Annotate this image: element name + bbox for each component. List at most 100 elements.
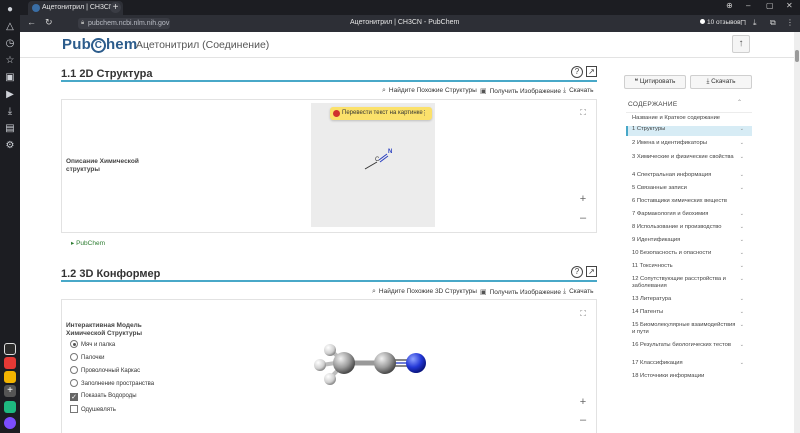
toc-item[interactable]: 7 Фармакология и биохимия ⌄	[626, 211, 752, 219]
toc-item[interactable]: 1 Структуры ⌄	[626, 126, 752, 136]
chevron-down-icon[interactable]: ⌄	[740, 309, 744, 316]
chevron-down-icon[interactable]: ⌄	[740, 360, 744, 367]
download-3d-button[interactable]: ⤓ Скачать	[563, 288, 593, 296]
toc-item[interactable]: 4 Спектральная информация ⌄	[626, 172, 752, 180]
scroll-top-button[interactable]: ↑	[732, 35, 750, 53]
collapse-icon[interactable]: ⌃	[737, 99, 742, 106]
toc-item-label: 2 Имена и идентификаторы	[632, 140, 708, 146]
app-green-icon[interactable]	[4, 401, 16, 413]
option-wireframe[interactable]: Проволочный Каркас	[70, 366, 140, 375]
toc-item[interactable]: 5 Связанные записи ⌄	[626, 185, 752, 193]
collections-icon[interactable]: ▣	[4, 72, 16, 84]
pin-icon[interactable]: ⊕	[726, 1, 733, 10]
get-image-button[interactable]: ▣ Получить Изображение	[480, 87, 561, 95]
download-button[interactable]: ⤓ Скачать	[563, 87, 593, 95]
toc-item[interactable]: 14 Патенты ⌄	[626, 309, 752, 317]
option-space-fill[interactable]: Заполнение пространства	[70, 379, 154, 388]
bookmark-icon[interactable]: ⊓	[740, 18, 746, 27]
app-gmail-icon[interactable]	[4, 371, 16, 383]
app-red-icon[interactable]	[4, 357, 16, 369]
option-sticks[interactable]: Палочки	[70, 353, 105, 362]
toc-item[interactable]: 2 Имена и идентификаторы ⌄	[626, 140, 752, 148]
toc-item[interactable]: 3 Химические и физические свойства ⌄	[626, 154, 752, 170]
conformer-3d-viewer[interactable]	[300, 330, 450, 400]
bookmark-star-icon[interactable]: ☆	[4, 55, 16, 67]
downloads-icon[interactable]: ⤓	[4, 106, 16, 118]
chevron-down-icon[interactable]: ⌄	[740, 185, 744, 192]
media-icon[interactable]: ▶	[4, 89, 16, 101]
chevron-down-icon[interactable]: ⌄	[740, 342, 744, 349]
chevron-down-icon[interactable]: ⌄	[740, 211, 744, 218]
toc-item[interactable]: 18 Источники информации	[626, 373, 752, 381]
more-options-icon[interactable]: ⋮	[421, 107, 428, 120]
get-image-3d-button[interactable]: ▣ Получить Изображение	[480, 288, 561, 296]
fullscreen-3d-icon[interactable]: ⛶	[577, 308, 589, 320]
toc-item[interactable]: 11 Токсичность ⌄	[626, 263, 752, 271]
chevron-down-icon[interactable]: ⌄	[740, 172, 744, 179]
menu-icon[interactable]: ⋮	[786, 18, 794, 27]
back-icon[interactable]: ←	[27, 17, 36, 27]
find-similar-button[interactable]: ⌕ Найдите Похожие Структуры	[382, 87, 477, 95]
browser-tab[interactable]: Ацетонитрил | CH3CN ✕	[28, 1, 123, 15]
sidebar-download-button[interactable]: ⤓ Скачать	[690, 75, 752, 89]
toc-item-label: 13 Литература	[632, 296, 672, 302]
add-app-icon[interactable]: +	[4, 385, 16, 397]
toc-item[interactable]: 9 Идентификация ⌄	[626, 237, 752, 245]
toc-item[interactable]: 12 Сопутствующие расстройства и заболева…	[626, 276, 752, 292]
extensions-icon[interactable]: ⧉	[770, 18, 776, 28]
cite-button[interactable]: ❝ Цитировать	[624, 75, 686, 89]
animate-checkbox[interactable]: Одушевлять	[70, 405, 116, 414]
toc-item[interactable]: Название и Краткое содержание	[626, 115, 752, 123]
pubchem-link[interactable]: ▸ PubChem	[71, 239, 105, 247]
toc-item[interactable]: 8 Использование и производство ⌄	[626, 224, 752, 232]
chevron-down-icon[interactable]: ⌄	[740, 140, 744, 147]
help-icon[interactable]: ?	[571, 66, 583, 78]
chevron-down-icon[interactable]: ⌄	[740, 237, 744, 244]
chevron-down-icon[interactable]: ⌄	[740, 276, 744, 283]
chevron-down-icon[interactable]: ⌄	[740, 224, 744, 231]
show-hydrogens-checkbox[interactable]: ✓ Показать Водороды	[70, 392, 137, 401]
chevron-down-icon[interactable]: ⌄	[740, 126, 744, 133]
option-ball-stick[interactable]: Мяч и палка	[70, 340, 115, 349]
toc-item-label: 12 Сопутствующие расстройства и заболева…	[632, 276, 726, 289]
external-link-icon[interactable]: ↗	[586, 66, 597, 77]
close-window-icon[interactable]: ✕	[786, 1, 793, 10]
url-field[interactable]: 🔒︎ pubchem.ncbi.nlm.nih.gov	[78, 18, 170, 29]
chevron-down-icon[interactable]: ⌄	[740, 296, 744, 303]
chevron-down-icon[interactable]: ⌄	[740, 154, 744, 161]
chevron-down-icon[interactable]: ⌄	[740, 263, 744, 270]
chevron-down-icon[interactable]: ⌄	[740, 250, 744, 257]
history-icon[interactable]: ◷	[4, 38, 16, 50]
new-tab-button[interactable]: +	[110, 2, 121, 13]
maximize-icon[interactable]: ▢	[766, 1, 774, 10]
toc-item[interactable]: 13 Литература ⌄	[626, 296, 752, 304]
pubchem-logo[interactable]: Pub Chem	[62, 36, 137, 53]
tabs-icon[interactable]: ▤	[4, 123, 16, 135]
settings-icon[interactable]: ⚙	[4, 140, 16, 152]
toc-item[interactable]: 10 Безопасность и опасности ⌄	[626, 250, 752, 258]
zoom-out-button[interactable]: –	[576, 211, 590, 225]
app-circle-icon[interactable]	[4, 343, 16, 355]
translate-image-button[interactable]: Перевести текст на картинке ⋮	[330, 107, 432, 120]
reload-icon[interactable]: ↻	[45, 17, 53, 28]
toc-item[interactable]: 17 Классификация ⌄	[626, 360, 752, 368]
external-link-icon-3d[interactable]: ↗	[586, 266, 597, 277]
zoom-in-button[interactable]: +	[576, 192, 590, 206]
structure-2d-image[interactable]: C N	[311, 103, 435, 227]
download-bar-icon[interactable]: ⤓	[753, 18, 757, 28]
toc-item[interactable]: 16 Результаты биологических тестов ⌄	[626, 342, 752, 358]
find-similar-3d-button[interactable]: ⌕ Найдите Похожие 3D Структуры	[372, 288, 477, 296]
bell-icon[interactable]: △	[4, 21, 16, 33]
help-icon-3d[interactable]: ?	[571, 266, 583, 278]
toc-item[interactable]: 15 Биомолекулярные взаимодействия и пути…	[626, 322, 752, 338]
minimize-icon[interactable]: –	[746, 1, 750, 10]
toc-item[interactable]: 6 Поставщики химических веществ	[626, 198, 752, 206]
page-scrollbar[interactable]	[794, 32, 800, 433]
chevron-down-icon[interactable]: ⌄	[740, 322, 744, 329]
profile-icon[interactable]: ●	[4, 4, 16, 16]
zoom-out-3d-button[interactable]: –	[576, 413, 590, 427]
app-purple-icon[interactable]	[4, 417, 16, 429]
zoom-in-3d-button[interactable]: +	[576, 395, 590, 409]
fullscreen-icon[interactable]: ⛶	[577, 107, 589, 119]
reviews-badge[interactable]: 10 отзывов	[696, 17, 745, 29]
